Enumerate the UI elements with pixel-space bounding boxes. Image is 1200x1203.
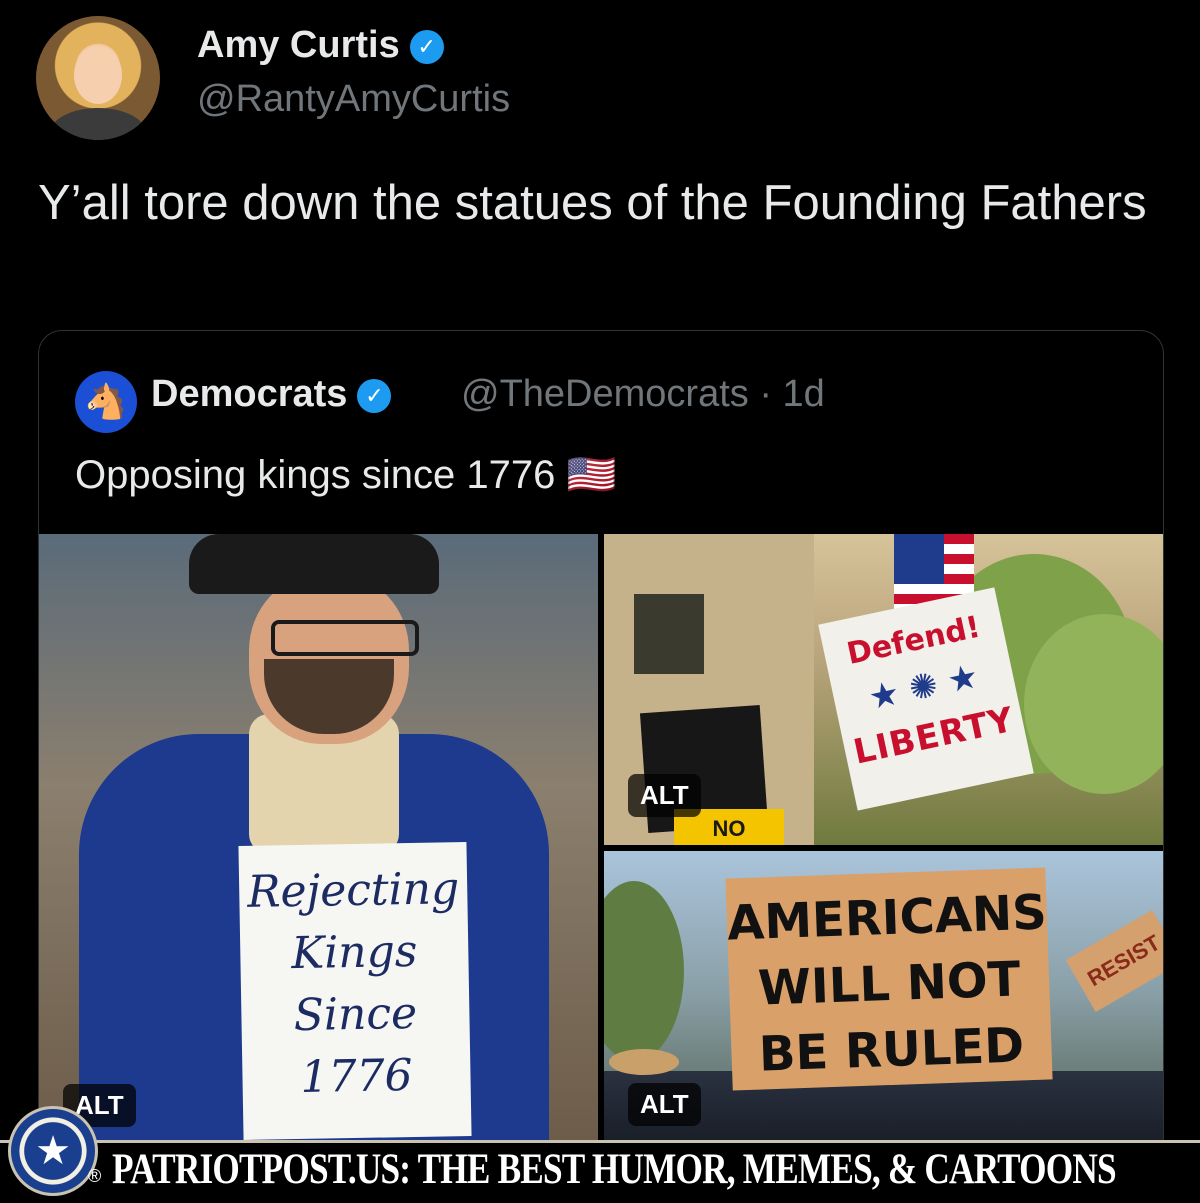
media-image-2[interactable]: Defend! ★ ✺ ★ LIBERTY NO ALT (604, 534, 1163, 845)
quoted-author-name[interactable]: Democrats ✓ (151, 373, 392, 416)
flag-canton-shape (894, 534, 944, 584)
quoted-post-text: Opposing kings since 1776 🇺🇸 (75, 451, 616, 498)
alt-badge[interactable]: ALT (628, 1083, 701, 1126)
straw-hat-shape (609, 1049, 679, 1075)
tricorn-hat-shape (189, 534, 439, 594)
alt-badge[interactable]: ALT (628, 774, 701, 817)
glasses-shape (271, 620, 419, 656)
media-image-3[interactable]: AMERICANS WILL NOT BE RULED RESIST ALT (604, 851, 1163, 1161)
defend-liberty-sign: Defend! ★ ✺ ★ LIBERTY (818, 587, 1034, 811)
cardboard-sign: AMERICANS WILL NOT BE RULED (725, 867, 1053, 1091)
quoted-author-handle: @TheDemocrats (461, 373, 749, 415)
author-name-text: Amy Curtis (197, 24, 400, 66)
author-avatar[interactable] (36, 16, 160, 140)
patriot-post-seal-icon: ★ (8, 1106, 98, 1196)
quoted-post[interactable]: 🐴 Democrats ✓ @TheDemocrats · 1d Opposing… (38, 330, 1164, 1162)
media-image-1[interactable]: Rejecting Kings Since 1776 ALT (39, 534, 598, 1161)
donkey-icon[interactable]: 🐴 (75, 371, 137, 433)
banner-text[interactable]: PATRIOTPOST.US: THE BEST HUMOR, MEMES, &… (112, 1145, 1117, 1194)
quoted-author-meta[interactable]: @TheDemocrats · 1d (461, 373, 825, 416)
tree-shape (604, 881, 684, 1061)
verified-badge-icon: ✓ (357, 378, 392, 413)
quoted-post-age: · 1d (759, 373, 825, 415)
author-name[interactable]: Amy Curtis ✓ (197, 24, 444, 67)
quoted-author-name-text: Democrats (151, 373, 348, 415)
window-shape (634, 594, 704, 674)
registered-mark: ® (88, 1166, 102, 1186)
verified-badge-icon: ✓ (409, 29, 444, 64)
avatar-shirt (50, 108, 146, 140)
avatar-face (74, 46, 122, 104)
resist-sign: RESIST (1065, 910, 1163, 1012)
quoted-post-text-content: Opposing kings since 1776 (75, 453, 556, 497)
protest-sign: Rejecting Kings Since 1776 (238, 842, 472, 1140)
author-handle[interactable]: @RantyAmyCurtis (197, 78, 510, 121)
us-flag-icon: 🇺🇸 (566, 453, 617, 497)
post-text: Y’all tore down the statues of the Found… (38, 176, 1147, 230)
